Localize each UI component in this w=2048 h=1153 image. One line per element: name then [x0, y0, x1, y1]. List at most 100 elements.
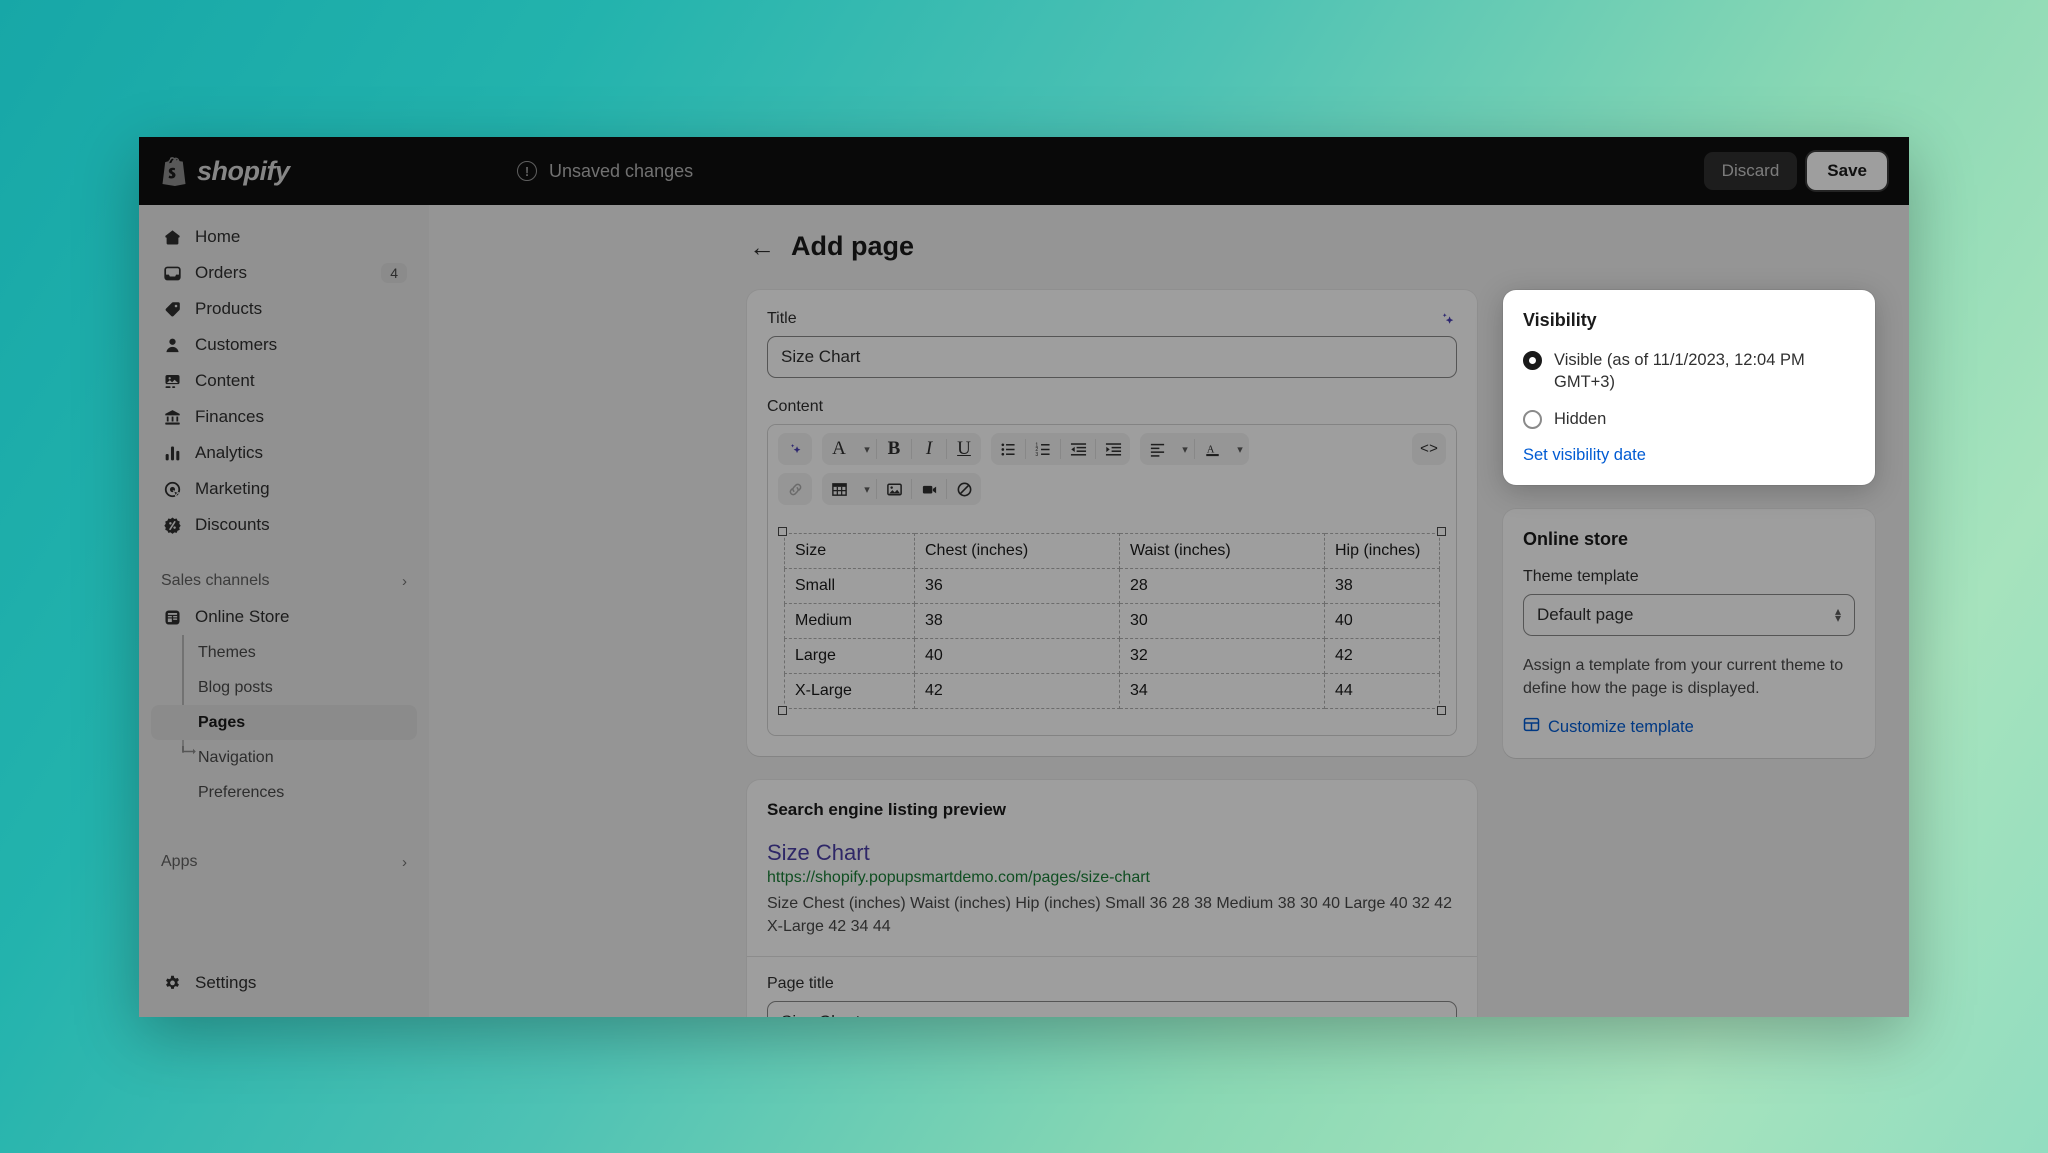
- sidebar-item-home[interactable]: Home: [151, 219, 417, 255]
- table-cell[interactable]: 40: [914, 638, 1120, 674]
- table-cell[interactable]: 38: [914, 603, 1120, 639]
- align-left-icon[interactable]: [1140, 433, 1174, 465]
- table-cell[interactable]: Large: [784, 638, 915, 674]
- brand[interactable]: shopify: [139, 156, 429, 187]
- table-cell[interactable]: 42: [1324, 638, 1440, 674]
- customize-template-link[interactable]: Customize template: [1523, 716, 1694, 738]
- code-view-button[interactable]: <>: [1412, 433, 1446, 465]
- save-button[interactable]: Save: [1807, 152, 1887, 190]
- table-chevron-down-icon[interactable]: ▾: [856, 473, 876, 505]
- seo-preview-description: Size Chest (inches) Waist (inches) Hip (…: [767, 895, 1453, 936]
- insert-link-icon[interactable]: [778, 473, 812, 505]
- discard-button[interactable]: Discard: [1703, 152, 1798, 190]
- storefront-icon: [161, 606, 183, 628]
- arrow-left-icon[interactable]: ←: [749, 234, 775, 260]
- table-header-cell[interactable]: Chest (inches): [914, 533, 1120, 569]
- indent-icon[interactable]: [1096, 433, 1130, 465]
- resize-handle-bottom-right[interactable]: [1437, 706, 1446, 715]
- table-header-cell[interactable]: Size: [784, 533, 915, 569]
- sales-channels-section[interactable]: Sales channels ›: [151, 563, 417, 599]
- sidebar-item-blog-posts[interactable]: Blog posts: [151, 670, 417, 705]
- sidebar-item-label: Orders: [195, 263, 247, 282]
- orders-badge: 4: [381, 263, 407, 283]
- sidebar-item-discounts[interactable]: Discounts: [151, 507, 417, 543]
- numbered-list-icon[interactable]: 123: [1026, 433, 1060, 465]
- sidebar-item-customers[interactable]: Customers: [151, 327, 417, 363]
- seo-preview-title[interactable]: Size Chart: [767, 840, 1457, 866]
- sidebar-item-analytics[interactable]: Analytics: [151, 435, 417, 471]
- set-visibility-date-link[interactable]: Set visibility date: [1523, 446, 1646, 465]
- ai-sparkle-icon[interactable]: [1437, 310, 1457, 335]
- radio-selected-icon[interactable]: [1523, 351, 1542, 370]
- page-title-input[interactable]: [767, 1001, 1457, 1017]
- table-header-cell[interactable]: Waist (inches): [1119, 533, 1325, 569]
- table-cell[interactable]: Medium: [784, 603, 915, 639]
- insert-group: ▾: [822, 473, 981, 505]
- sidebar-item-navigation[interactable]: Navigation: [151, 740, 417, 775]
- visibility-option-visible[interactable]: Visible (as of 11/1/2023, 12:04 PM GMT+3…: [1523, 349, 1855, 394]
- sidebar-item-label: Content: [195, 371, 255, 390]
- outdent-icon[interactable]: [1061, 433, 1095, 465]
- resize-handle-top-right[interactable]: [1437, 527, 1446, 536]
- theme-template-select[interactable]: Default page ▴ ▾: [1523, 593, 1855, 636]
- text-color-icon[interactable]: A: [1195, 433, 1229, 465]
- table-cell[interactable]: 42: [914, 673, 1120, 709]
- bold-button[interactable]: B: [877, 433, 911, 465]
- sidebar-item-pages[interactable]: Pages: [151, 705, 417, 740]
- sidebar-item-label: Settings: [195, 973, 257, 992]
- orders-inbox-icon: [161, 262, 183, 284]
- sidebar-item-label: Finances: [195, 407, 264, 426]
- table-cell[interactable]: 32: [1119, 638, 1325, 674]
- radio-unselected-icon[interactable]: [1523, 409, 1542, 429]
- visibility-option-hidden[interactable]: Hidden: [1523, 408, 1855, 430]
- table-cell[interactable]: 36: [914, 568, 1120, 604]
- font-style-chevron-down-icon[interactable]: ▾: [856, 433, 876, 465]
- table-cell[interactable]: 44: [1324, 673, 1440, 709]
- insert-image-icon[interactable]: [877, 473, 911, 505]
- table-cell[interactable]: 30: [1119, 603, 1325, 639]
- insert-video-icon[interactable]: [912, 473, 946, 505]
- bulleted-list-icon[interactable]: [991, 433, 1025, 465]
- resize-handle-top-left[interactable]: [778, 527, 787, 536]
- italic-button[interactable]: I: [912, 433, 946, 465]
- table-cell[interactable]: Small: [784, 568, 915, 604]
- seo-preview-url[interactable]: https://shopify.popupsmartdemo.com/pages…: [767, 869, 1457, 887]
- editor-body[interactable]: Size Chest (inches) Waist (inches) Hip (inc…: [768, 513, 1456, 735]
- sidebar-item-marketing[interactable]: Marketing: [151, 471, 417, 507]
- page-title: Add page: [791, 231, 915, 261]
- table-cell[interactable]: 34: [1119, 673, 1325, 709]
- size-chart-table[interactable]: Size Chest (inches) Waist (inches) Hip (inc…: [784, 533, 1440, 709]
- sidebar-item-settings[interactable]: Settings: [151, 965, 417, 1001]
- sidebar-item-themes[interactable]: Themes: [151, 635, 417, 670]
- clear-formatting-icon[interactable]: [947, 473, 981, 505]
- sidebar-item-label: Marketing: [195, 479, 270, 498]
- title-input[interactable]: [767, 336, 1457, 378]
- person-icon: [161, 334, 183, 356]
- table-cell[interactable]: X-Large: [784, 673, 915, 709]
- table-cell[interactable]: 28: [1119, 568, 1325, 604]
- sidebar-item-preferences[interactable]: Preferences: [151, 775, 417, 810]
- font-style-button[interactable]: A: [822, 433, 856, 465]
- template-layout-icon: [1523, 716, 1540, 738]
- table-cell[interactable]: 40: [1324, 603, 1440, 639]
- table-row: X-Large 42 34 44: [784, 673, 1440, 709]
- brand-wordmark: shopify: [197, 155, 290, 186]
- text-color-chevron-down-icon[interactable]: ▾: [1229, 433, 1249, 465]
- underline-button[interactable]: U: [947, 433, 981, 465]
- sidebar-item-orders[interactable]: Orders 4: [151, 255, 417, 291]
- resize-handle-bottom-left[interactable]: [778, 706, 787, 715]
- sidebar-item-finances[interactable]: Finances: [151, 399, 417, 435]
- selected-table-frame[interactable]: Size Chest (inches) Waist (inches) Hip (inc…: [778, 527, 1446, 715]
- insert-table-icon[interactable]: [822, 473, 856, 505]
- table-cell[interactable]: 38: [1324, 568, 1440, 604]
- right-column: Visibility Visible (as of 11/1/2023, 12:…: [1503, 290, 1875, 1017]
- divider: [747, 956, 1477, 958]
- apps-section[interactable]: Apps ›: [151, 844, 417, 880]
- sidebar-item-label: Discounts: [195, 515, 270, 534]
- table-header-cell[interactable]: Hip (inches): [1324, 533, 1440, 569]
- sidebar-item-content[interactable]: Content: [151, 363, 417, 399]
- align-chevron-down-icon[interactable]: ▾: [1174, 433, 1194, 465]
- sidebar-item-products[interactable]: Products: [151, 291, 417, 327]
- sidebar-item-online-store[interactable]: Online Store: [151, 599, 417, 635]
- ai-sparkle-button[interactable]: [778, 433, 812, 465]
